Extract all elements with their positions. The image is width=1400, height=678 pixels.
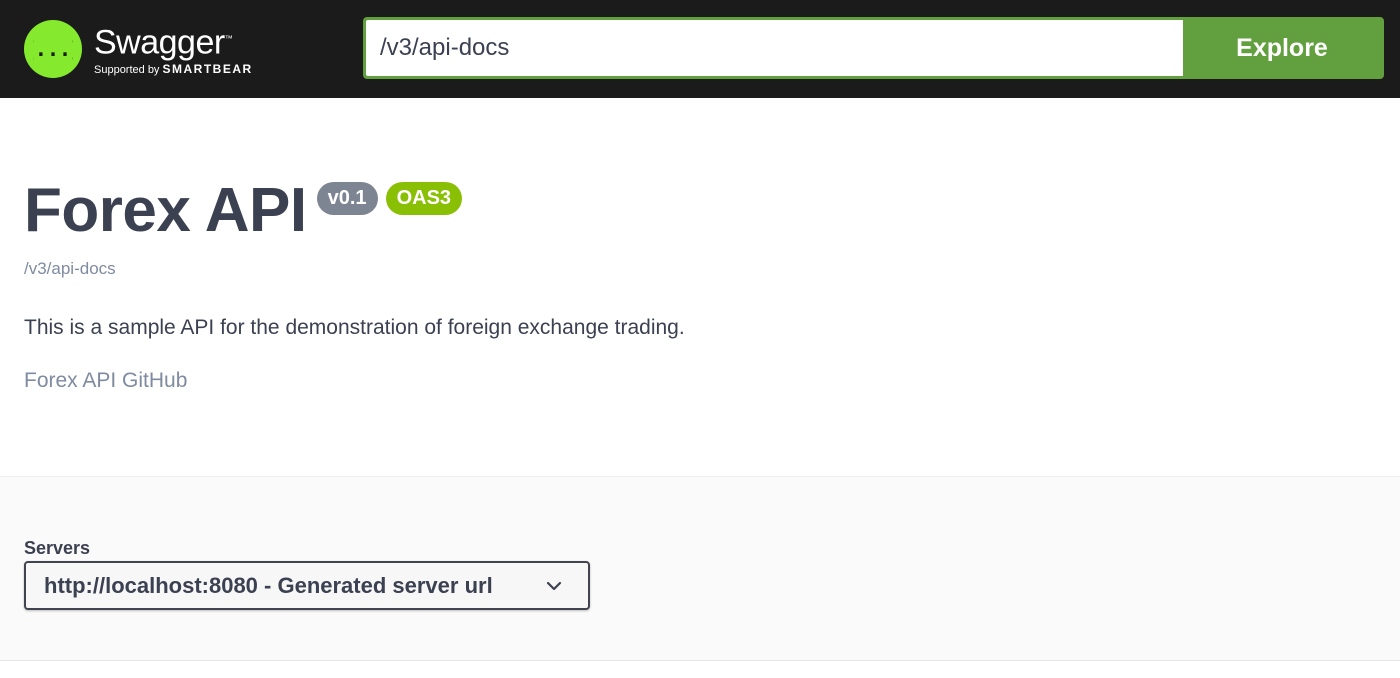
servers-section: Servers http://localhost:8080 - Generate… bbox=[0, 476, 1400, 661]
logo-sub-prefix: Supported by bbox=[94, 64, 163, 77]
version-badge: v0.1 bbox=[316, 182, 378, 215]
oas-badge: OAS3 bbox=[385, 182, 463, 215]
logo-sub-brand: SMARTBEAR bbox=[162, 62, 253, 77]
api-title: Forex API bbox=[24, 176, 307, 245]
github-link[interactable]: Forex API GitHub bbox=[24, 369, 187, 393]
spec-url-link[interactable]: /v3/api-docs bbox=[24, 259, 116, 279]
logo-word: Swagger bbox=[94, 23, 225, 62]
swagger-logo-icon: {...} bbox=[24, 20, 82, 78]
servers-selected-value: http://localhost:8080 - Generated server… bbox=[44, 572, 493, 598]
explore-button[interactable]: Explore bbox=[1183, 20, 1381, 76]
spec-url-input[interactable] bbox=[366, 20, 1183, 76]
logo-trademark: ™ bbox=[224, 33, 233, 43]
servers-label: Servers bbox=[24, 538, 91, 558]
topbar: {...} Swagger™ Supported by SMARTBEAR Ex… bbox=[0, 0, 1400, 98]
api-info-section: Forex API v0.1 OAS3 /v3/api-docs This is… bbox=[0, 98, 1400, 476]
swagger-logo-text: Swagger™ Supported by SMARTBEAR bbox=[94, 21, 253, 77]
swagger-logo-link[interactable]: {...} Swagger™ Supported by SMARTBEAR bbox=[24, 16, 253, 82]
svg-text:{...}: {...} bbox=[33, 37, 73, 61]
download-url-form: Explore bbox=[363, 17, 1384, 79]
title-row: Forex API v0.1 OAS3 bbox=[24, 176, 463, 245]
servers-select[interactable]: http://localhost:8080 - Generated server… bbox=[24, 561, 590, 610]
api-description: This is a sample API for the demonstrati… bbox=[24, 316, 685, 339]
page-bottom bbox=[0, 661, 1400, 678]
curly-braces-icon: {...} bbox=[33, 37, 73, 61]
chevron-down-icon bbox=[544, 576, 564, 596]
